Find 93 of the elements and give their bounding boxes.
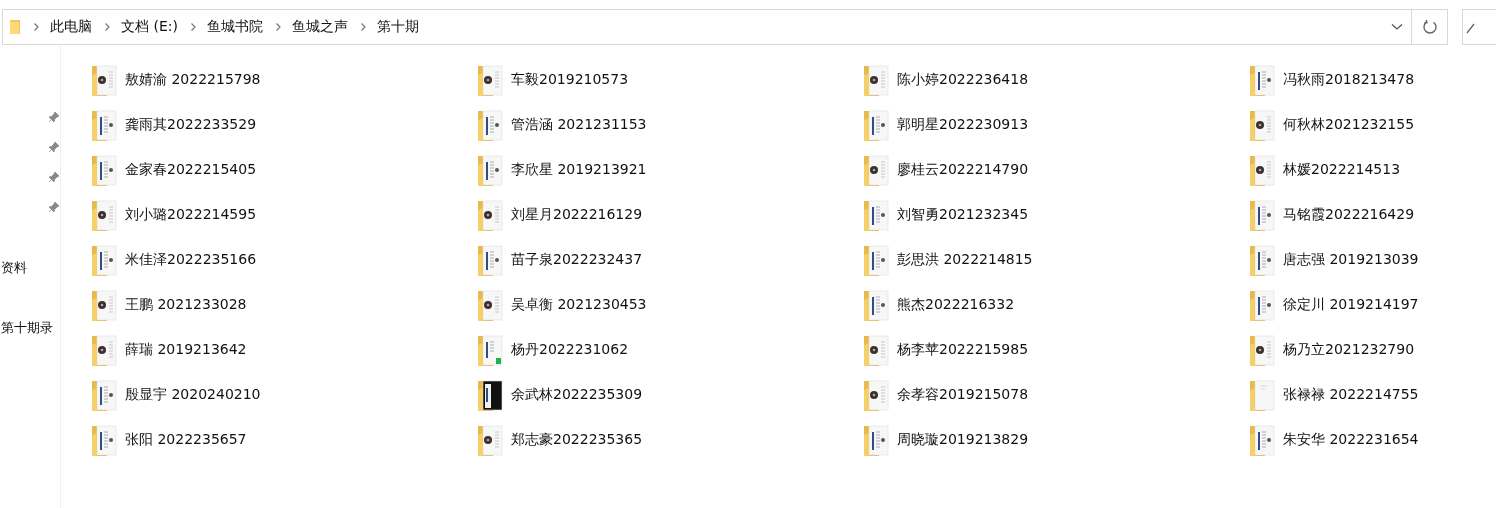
folder-icon[interactable] <box>1249 332 1275 367</box>
folder-icon[interactable] <box>91 107 117 142</box>
folder-name[interactable]: 刘小璐2022214595 <box>125 205 257 224</box>
folder-icon[interactable] <box>863 197 889 232</box>
sidebar-item[interactable]: 资料 <box>1 259 27 277</box>
address-bar[interactable]: 此电脑 文档 (E:) 鱼城书院 鱼城之声 第十期 <box>2 9 1412 45</box>
folder-icon[interactable] <box>477 332 503 367</box>
folder-icon <box>9 19 21 35</box>
folder-icon[interactable] <box>863 107 889 142</box>
folder-name[interactable]: 唐志强 2019213039 <box>1283 250 1419 269</box>
folder-icon[interactable] <box>91 242 117 277</box>
folder-name[interactable]: 张禄禄 2022214755 <box>1283 385 1419 404</box>
folder-icon[interactable] <box>477 242 503 277</box>
refresh-button[interactable] <box>1412 9 1449 45</box>
folder-icon[interactable] <box>91 377 117 412</box>
folder-name[interactable]: 王鹏 2021233028 <box>125 295 247 314</box>
folder-icon[interactable] <box>863 242 889 277</box>
pin-icon <box>48 141 60 153</box>
folder-name[interactable]: 林媛2022214513 <box>1283 160 1401 179</box>
folder-icon[interactable] <box>477 422 503 457</box>
folder-icon[interactable] <box>1249 62 1275 97</box>
folder-name[interactable]: 米佳泽2022235166 <box>125 250 257 269</box>
folder-name[interactable]: 管浩涵 2021231153 <box>511 115 647 134</box>
chevron-icon[interactable] <box>104 22 111 32</box>
folder-name[interactable]: 杨李苹2022215985 <box>897 340 1029 359</box>
folder-icon[interactable] <box>1249 422 1275 457</box>
search-field[interactable] <box>1462 9 1496 45</box>
folder-icon[interactable] <box>1249 152 1275 187</box>
folder-name[interactable]: 殷显宇 2020240210 <box>125 385 261 404</box>
breadcrumb[interactable]: 第十期 <box>376 18 419 36</box>
pin-icon <box>48 111 60 123</box>
folder-icon[interactable] <box>863 152 889 187</box>
folder-name[interactable]: 张阳 2022235657 <box>125 430 247 449</box>
folder-name[interactable]: 周晓璇2019213829 <box>897 430 1029 449</box>
folder-name[interactable]: 余武林2022235309 <box>511 385 643 404</box>
folder-name[interactable]: 何秋林2021232155 <box>1283 115 1415 134</box>
folder-icon[interactable] <box>1249 287 1275 322</box>
folder-icon[interactable] <box>477 107 503 142</box>
folder-icon[interactable] <box>477 62 503 97</box>
chevron-icon[interactable] <box>33 22 40 32</box>
folder-name[interactable]: 车毅2019210573 <box>511 70 629 89</box>
folder-icon[interactable] <box>863 422 889 457</box>
folder-name[interactable]: 李欣星 2019213921 <box>511 160 647 179</box>
folder-name[interactable]: 薛瑞 2019213642 <box>125 340 247 359</box>
folder-icon[interactable] <box>91 62 117 97</box>
folder-icon[interactable] <box>863 287 889 322</box>
folder-name[interactable]: 熊杰2022216332 <box>897 295 1015 314</box>
folder-name[interactable]: 郑志豪2022235365 <box>511 430 643 449</box>
chevron-icon[interactable] <box>189 22 197 32</box>
folder-name[interactable]: 杨乃立2021232790 <box>1283 340 1415 359</box>
folder-name[interactable]: 苗子泉2022232437 <box>511 250 643 269</box>
folder-icon[interactable] <box>91 332 117 367</box>
folder-icon[interactable] <box>91 152 117 187</box>
folder-name[interactable]: 金家春2022215405 <box>125 160 257 179</box>
folder-name[interactable]: 郭明星2022230913 <box>897 115 1029 134</box>
folder-icon[interactable] <box>477 287 503 322</box>
folder-name[interactable]: 敖婧渝 2022215798 <box>125 70 261 89</box>
folder-icon[interactable] <box>1249 107 1275 142</box>
folder-name[interactable]: 徐定川 2019214197 <box>1283 295 1419 314</box>
folder-icon[interactable] <box>477 152 503 187</box>
refresh-icon <box>1421 19 1438 35</box>
sidebar-item[interactable]: 第十期录 <box>1 319 53 337</box>
folder-name[interactable]: 彭思洪 2022214815 <box>897 250 1033 269</box>
pin-icon <box>48 171 60 183</box>
folder-name[interactable]: 余孝容2019215078 <box>897 385 1029 404</box>
folder-name[interactable]: 朱安华 2022231654 <box>1283 430 1419 449</box>
folder-icon[interactable] <box>863 377 889 412</box>
folder-icon[interactable] <box>863 62 889 97</box>
folder-icon[interactable] <box>477 197 503 232</box>
folder-name[interactable]: 杨丹2022231062 <box>511 340 629 359</box>
folder-icon[interactable] <box>91 197 117 232</box>
folder-name[interactable]: 刘智勇2021232345 <box>897 205 1029 224</box>
chevron-icon[interactable] <box>274 22 282 32</box>
folder-name[interactable]: 陈小婷2022236418 <box>897 70 1029 89</box>
chevron-icon[interactable] <box>359 22 367 32</box>
folder-name[interactable]: 马铭霞2022216429 <box>1283 205 1415 224</box>
breadcrumb[interactable]: 鱼城之声 <box>291 18 348 36</box>
breadcrumb[interactable]: 此电脑 <box>50 18 92 36</box>
folder-name[interactable]: 廖桂云2022214790 <box>897 160 1029 179</box>
folder-name[interactable]: 冯秋雨2018213478 <box>1283 70 1415 89</box>
folder-icon[interactable] <box>1249 242 1275 277</box>
breadcrumb[interactable]: 鱼城书院 <box>206 18 263 36</box>
folder-icon[interactable] <box>1249 197 1275 232</box>
folder-name[interactable]: 龚雨其2022233529 <box>125 115 257 134</box>
folder-name[interactable]: 吴卓衡 2021230453 <box>511 295 647 314</box>
folder-icon[interactable] <box>91 422 117 457</box>
folder-name[interactable]: 刘星月2022216129 <box>511 205 643 224</box>
breadcrumb[interactable]: 文档 (E:) <box>121 18 178 36</box>
folder-icon[interactable] <box>91 287 117 322</box>
dropdown-icon[interactable] <box>1391 23 1403 31</box>
pin-icon <box>48 201 60 213</box>
folder-icon[interactable] <box>477 377 503 412</box>
folder-icon[interactable] <box>863 332 889 367</box>
